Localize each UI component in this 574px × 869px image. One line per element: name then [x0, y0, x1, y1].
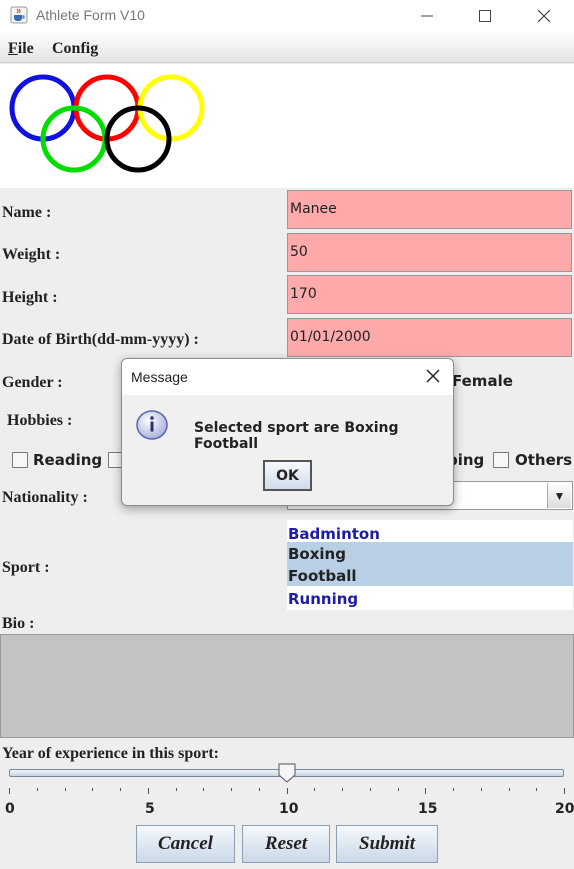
slider-tick — [564, 788, 565, 794]
dialog-title: Message — [131, 369, 188, 385]
tick-label-20: 20 — [555, 801, 574, 817]
slider-tick — [37, 788, 38, 791]
olympic-rings-logo — [9, 74, 205, 173]
slider-tick — [398, 788, 399, 791]
slider-tick — [481, 788, 482, 791]
name-field[interactable]: Manee — [287, 190, 572, 229]
java-cup-icon — [10, 6, 28, 24]
minimize-icon — [421, 15, 433, 16]
tick-label-15: 15 — [418, 801, 438, 817]
sport-item-badminton[interactable]: Badminton — [287, 522, 573, 544]
hobby-reading-checkbox[interactable] — [12, 452, 28, 468]
slider-tick — [65, 788, 66, 791]
weight-field[interactable]: 50 — [287, 233, 572, 272]
slider-tick — [203, 788, 204, 791]
slider-tick — [231, 788, 232, 791]
nationality-label: Nationality : — [2, 489, 88, 506]
ok-button[interactable]: OK — [263, 460, 312, 491]
slider-tick — [120, 788, 121, 791]
submit-button[interactable]: Submit — [336, 825, 438, 863]
slider-tick — [314, 788, 315, 791]
dob-field[interactable]: 01/01/2000 — [287, 318, 572, 357]
title-bar: Athlete Form V10 — [0, 0, 574, 31]
slider-tick — [176, 788, 177, 791]
tick-label-10: 10 — [279, 801, 299, 817]
minimize-button[interactable] — [398, 0, 456, 31]
dialog-message: Selected sport are Boxing Football — [194, 420, 399, 452]
sport-item-football[interactable]: Football — [287, 564, 573, 586]
height-label: Height : — [2, 289, 58, 306]
slider-tick — [342, 788, 343, 791]
height-field[interactable]: 170 — [287, 275, 572, 314]
slider-tick — [287, 788, 288, 794]
slider-tick — [509, 788, 510, 791]
close-icon — [537, 9, 551, 22]
info-icon — [136, 410, 168, 440]
slider-tick — [148, 788, 149, 794]
experience-slider-thumb[interactable] — [278, 763, 296, 783]
hobby-others-checkbox[interactable] — [493, 452, 509, 468]
slider-tick — [425, 788, 426, 794]
menu-config[interactable]: Config — [52, 40, 98, 58]
slider-tick — [370, 788, 371, 791]
logo-panel — [0, 64, 574, 188]
hobby-reading-label: Reading — [33, 451, 103, 469]
hobby-others-label: Others — [515, 451, 573, 469]
sport-list[interactable]: Badminton Boxing Football Running — [287, 520, 573, 610]
hobbies-label: Hobbies : — [7, 412, 73, 429]
close-icon[interactable] — [422, 365, 444, 387]
sport-item-running[interactable]: Running — [287, 587, 573, 609]
dob-label: Date of Birth(dd-mm-yyyy) : — [2, 331, 199, 348]
gender-label: Gender : — [2, 374, 63, 391]
window-title: Athlete Form V10 — [36, 7, 145, 23]
maximize-button[interactable] — [456, 0, 514, 31]
menu-file[interactable]: File — [8, 40, 34, 58]
slider-tick — [259, 788, 260, 791]
bio-label: Bio : — [2, 615, 35, 632]
slider-tick — [92, 788, 93, 791]
dialog-title-bar: Message — [122, 359, 453, 395]
close-button[interactable] — [515, 0, 573, 31]
message-dialog: Message Selected sport are Boxing Footba… — [121, 358, 454, 506]
maximize-icon — [479, 9, 491, 22]
experience-label: Year of experience in this sport: — [2, 745, 219, 762]
slider-tick — [9, 788, 10, 794]
name-label: Name : — [2, 204, 52, 221]
tick-label-0: 0 — [5, 801, 15, 817]
bio-textarea[interactable] — [0, 634, 574, 738]
chevron-down-icon[interactable]: ▼ — [547, 483, 571, 508]
menu-bar: File Config — [0, 31, 574, 63]
weight-label: Weight : — [2, 246, 61, 263]
slider-tick — [453, 788, 454, 791]
sport-label: Sport : — [2, 559, 50, 576]
slider-tick — [536, 788, 537, 791]
cancel-button[interactable]: Cancel — [136, 825, 235, 863]
tick-label-5: 5 — [145, 801, 155, 817]
sport-item-boxing[interactable]: Boxing — [287, 542, 573, 564]
reset-button[interactable]: Reset — [242, 825, 330, 863]
gender-female-label[interactable]: Female — [452, 372, 513, 390]
